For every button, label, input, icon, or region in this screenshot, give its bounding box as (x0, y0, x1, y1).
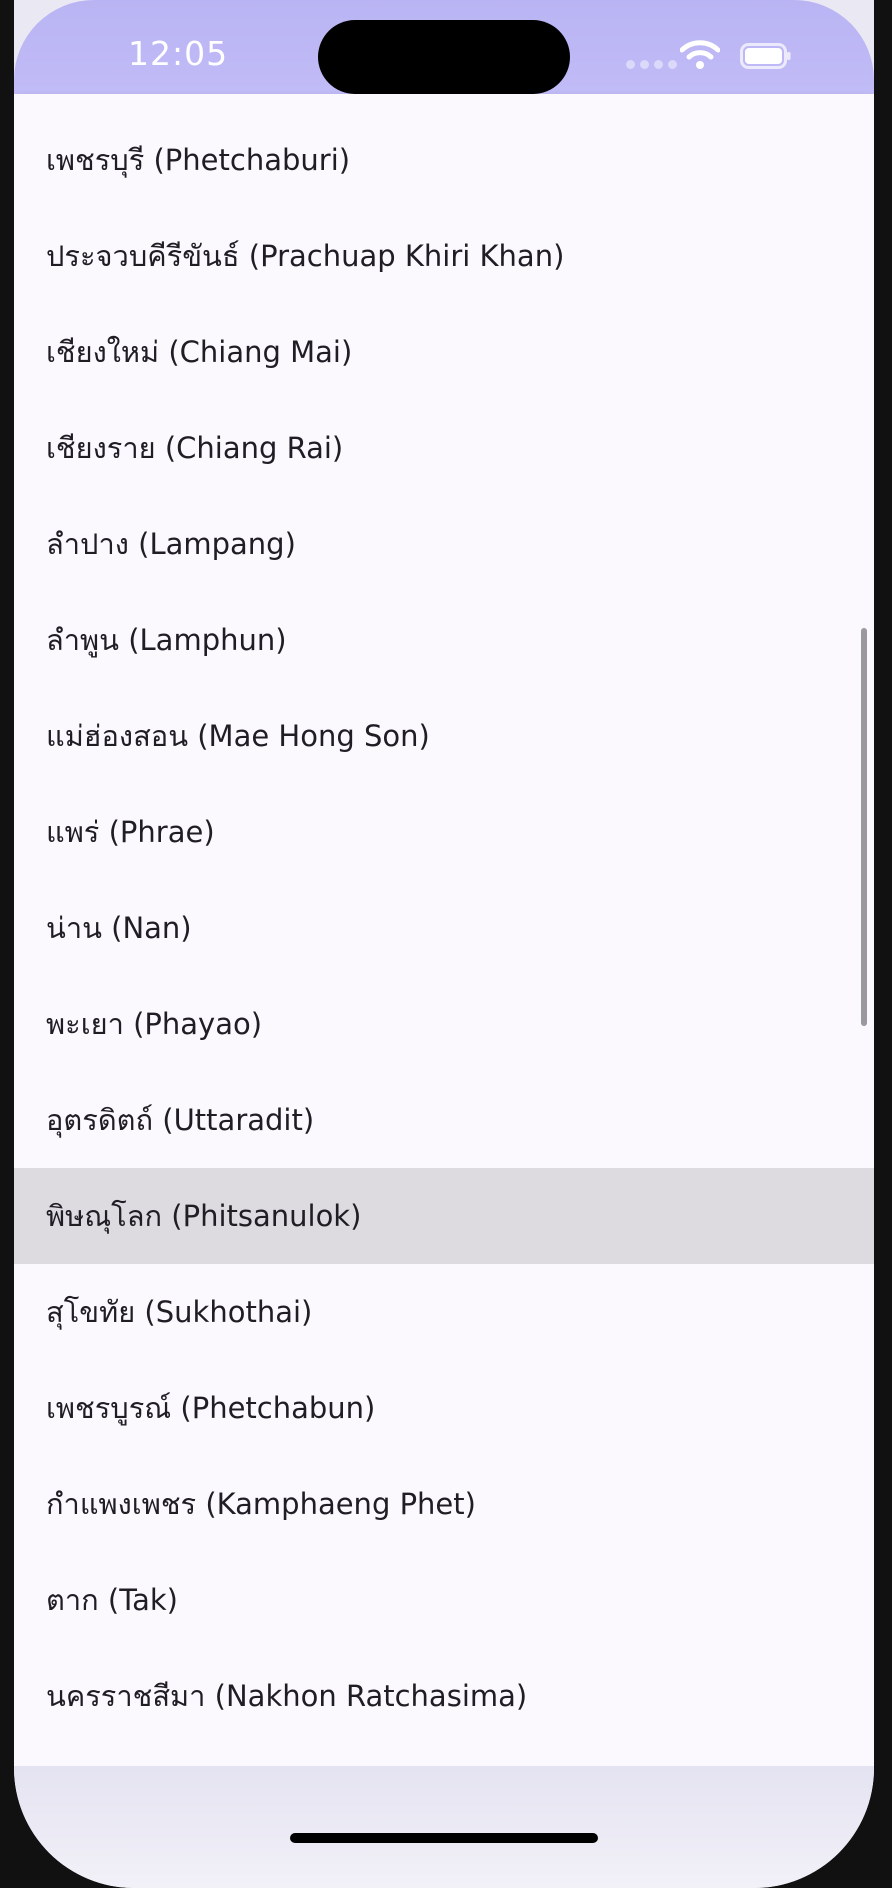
list-item[interactable]: น่าน (Nan) (14, 880, 874, 976)
status-bar: 12:05 (14, 0, 874, 94)
screen: 12:05 เพชรบุรี (Phetchaburi) ประจวบคีรีขั… (14, 0, 874, 1888)
phone-frame: 12:05 เพชรบุรี (Phetchaburi) ประจวบคีรีขั… (0, 0, 892, 1888)
list-item[interactable]: อุตรดิตถ์ (Uttaradit) (14, 1072, 874, 1168)
list-item[interactable]: ตาก (Tak) (14, 1552, 874, 1648)
list-item[interactable]: เชียงใหม่ (Chiang Mai) (14, 304, 874, 400)
list-item[interactable]: แพร่ (Phrae) (14, 784, 874, 880)
status-time: 12:05 (128, 34, 229, 73)
scrollbar[interactable] (861, 628, 867, 1026)
list-item[interactable]: กำแพงเพชร (Kamphaeng Phet) (14, 1456, 874, 1552)
home-indicator[interactable] (290, 1833, 598, 1843)
bottom-area (14, 1766, 874, 1888)
list-item[interactable]: นครราชสีมา (Nakhon Ratchasima) (14, 1648, 874, 1744)
list-item[interactable]: ลำปาง (Lampang) (14, 496, 874, 592)
list-item[interactable]: เชียงราย (Chiang Rai) (14, 400, 874, 496)
province-list[interactable]: เพชรบุรี (Phetchaburi) ประจวบคีรีขันธ์ (P… (14, 94, 874, 1766)
list-item[interactable]: ประจวบคีรีขันธ์ (Prachuap Khiri Khan) (14, 208, 874, 304)
list-item[interactable]: เพชรบูรณ์ (Phetchabun) (14, 1360, 874, 1456)
dynamic-island (318, 20, 570, 94)
list-item[interactable]: เพชรบุรี (Phetchaburi) (14, 112, 874, 208)
battery-icon (740, 43, 791, 69)
wifi-icon (680, 40, 720, 69)
list-item[interactable]: พะเยา (Phayao) (14, 976, 874, 1072)
cellular-signal-icon (626, 60, 677, 69)
list-item[interactable]: สุโขทัย (Sukhothai) (14, 1264, 874, 1360)
list-item[interactable]: ลำพูน (Lamphun) (14, 592, 874, 688)
list-item[interactable]: พิษณุโลก (Phitsanulok) (14, 1168, 874, 1264)
list-item[interactable]: แม่ฮ่องสอน (Mae Hong Son) (14, 688, 874, 784)
